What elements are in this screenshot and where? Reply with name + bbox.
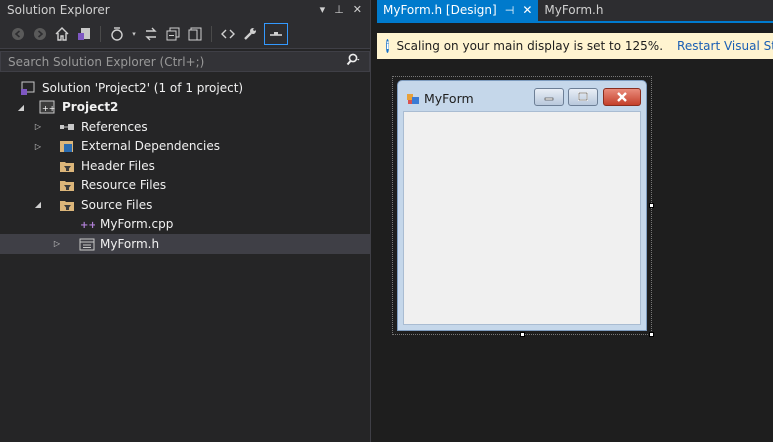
tree-item-project[interactable]: ◢ ++ Project2 [0, 98, 370, 118]
view-code-icon[interactable] [220, 26, 236, 42]
tree-item-label: Header Files [81, 158, 155, 173]
resize-handle-right[interactable] [649, 203, 654, 208]
tree-item-resource-files[interactable]: Resource Files [0, 176, 370, 196]
document-area: MyForm.h [Design] ⊣ ✕ MyForm.h i Scaling… [377, 0, 773, 442]
search-box [0, 51, 370, 72]
folder-filter-icon [59, 177, 75, 193]
tab-label: MyForm.h [Design] [383, 3, 497, 17]
tree-item-solution[interactable]: Solution 'Project2' (1 of 1 project) [0, 78, 370, 98]
search-icon[interactable] [345, 53, 361, 70]
form-titlebar: MyForm [398, 81, 646, 111]
cpp-file-icon: ++ [79, 216, 97, 232]
solution-explorer-panel: Solution Explorer ▾ ⊥ ✕ ▾ Search Solutio… [0, 0, 371, 442]
toolbar-separator [211, 26, 212, 42]
svg-text:++: ++ [80, 220, 95, 231]
solution-explorer-toolbar: ▾ [0, 20, 370, 49]
expanded-arrow-icon[interactable]: ◢ [33, 200, 43, 209]
references-icon [59, 119, 75, 135]
external-deps-icon [59, 138, 75, 154]
tree-item-label: External Dependencies [81, 139, 221, 154]
forward-icon[interactable] [32, 26, 48, 42]
tree-item-label: MyForm.cpp [100, 217, 174, 232]
scaling-info-bar: i Scaling on your main display is set to… [377, 33, 773, 59]
sync-with-document-icon[interactable] [143, 26, 159, 42]
solution-tree: Solution 'Project2' (1 of 1 project) ◢ +… [0, 72, 370, 254]
tree-item-label: Resource Files [81, 178, 167, 193]
minimize-icon[interactable] [534, 88, 564, 106]
dropdown-arrow-icon[interactable]: ▾ [131, 26, 137, 42]
tree-item-label: References [81, 119, 148, 134]
tree-item-myform-cpp[interactable]: ++ MyForm.cpp [0, 215, 370, 235]
tab-label: MyForm.h [544, 3, 604, 17]
document-tabs: MyForm.h [Design] ⊣ ✕ MyForm.h [377, 0, 773, 21]
maximize-icon[interactable] [568, 88, 598, 106]
back-icon[interactable] [10, 26, 26, 42]
search-input[interactable] [1, 52, 328, 71]
collapsed-arrow-icon[interactable]: ▷ [33, 142, 43, 151]
cpp-project-icon: ++ [39, 99, 55, 115]
tab-myform-design[interactable]: MyForm.h [Design] ⊣ ✕ [377, 0, 539, 21]
tree-item-myform-h[interactable]: ▷ MyForm.h [0, 234, 370, 254]
resize-handle-bottom[interactable] [520, 332, 525, 337]
folder-filter-icon [59, 197, 75, 213]
info-message: Scaling on your main display is set to 1… [396, 39, 664, 53]
toolbar-separator [100, 26, 101, 42]
svg-text:++: ++ [42, 104, 55, 113]
restart-link[interactable]: Restart Visual Studio with 100% scaling [677, 39, 773, 53]
collapse-all-icon[interactable] [165, 26, 181, 42]
show-all-files-icon[interactable] [187, 26, 203, 42]
preview-selected-items-icon[interactable] [264, 23, 288, 45]
tree-item-external-dependencies[interactable]: ▷ External Dependencies [0, 137, 370, 157]
tree-item-header-files[interactable]: Header Files [0, 156, 370, 176]
collapsed-arrow-icon[interactable]: ▷ [33, 122, 43, 131]
close-icon[interactable] [603, 88, 641, 106]
form-client-area[interactable] [403, 111, 641, 325]
expanded-arrow-icon[interactable]: ◢ [16, 103, 26, 112]
tree-item-label: Project2 [62, 100, 119, 115]
form-app-icon [406, 92, 420, 109]
tab-accent-line [377, 21, 773, 23]
tree-item-label: MyForm.h [100, 236, 160, 251]
form-title: MyForm [424, 91, 474, 106]
resize-handle-bottom-right[interactable] [649, 332, 654, 337]
folder-filter-icon [59, 158, 75, 174]
tree-item-source-files[interactable]: ◢ Source Files [0, 195, 370, 215]
solution-explorer-titlebar: Solution Explorer ▾ ⊥ ✕ [0, 0, 370, 20]
pin-icon[interactable]: ⊥ [334, 0, 344, 20]
tree-item-label: Source Files [81, 197, 153, 212]
tree-item-label: Solution 'Project2' (1 of 1 project) [42, 80, 244, 95]
panel-title: Solution Explorer [7, 3, 110, 17]
close-tab-icon[interactable]: ✕ [522, 0, 532, 21]
solution-icon [20, 80, 36, 96]
window-position-dropdown-icon[interactable]: ▾ [320, 0, 326, 20]
tab-myform-h[interactable]: MyForm.h [538, 0, 609, 21]
form-file-icon [79, 236, 95, 252]
switch-views-icon[interactable] [76, 26, 92, 42]
designer-form-window[interactable]: MyForm [397, 80, 647, 331]
close-panel-icon[interactable]: ✕ [353, 0, 362, 20]
pending-changes-filter-icon[interactable] [109, 26, 125, 42]
tree-item-references[interactable]: ▷ References [0, 117, 370, 137]
collapsed-arrow-icon[interactable]: ▷ [52, 239, 62, 248]
properties-wrench-icon[interactable] [242, 26, 258, 42]
pin-tab-icon[interactable]: ⊣ [505, 0, 515, 21]
home-icon[interactable] [54, 26, 70, 42]
info-icon: i [386, 39, 390, 53]
